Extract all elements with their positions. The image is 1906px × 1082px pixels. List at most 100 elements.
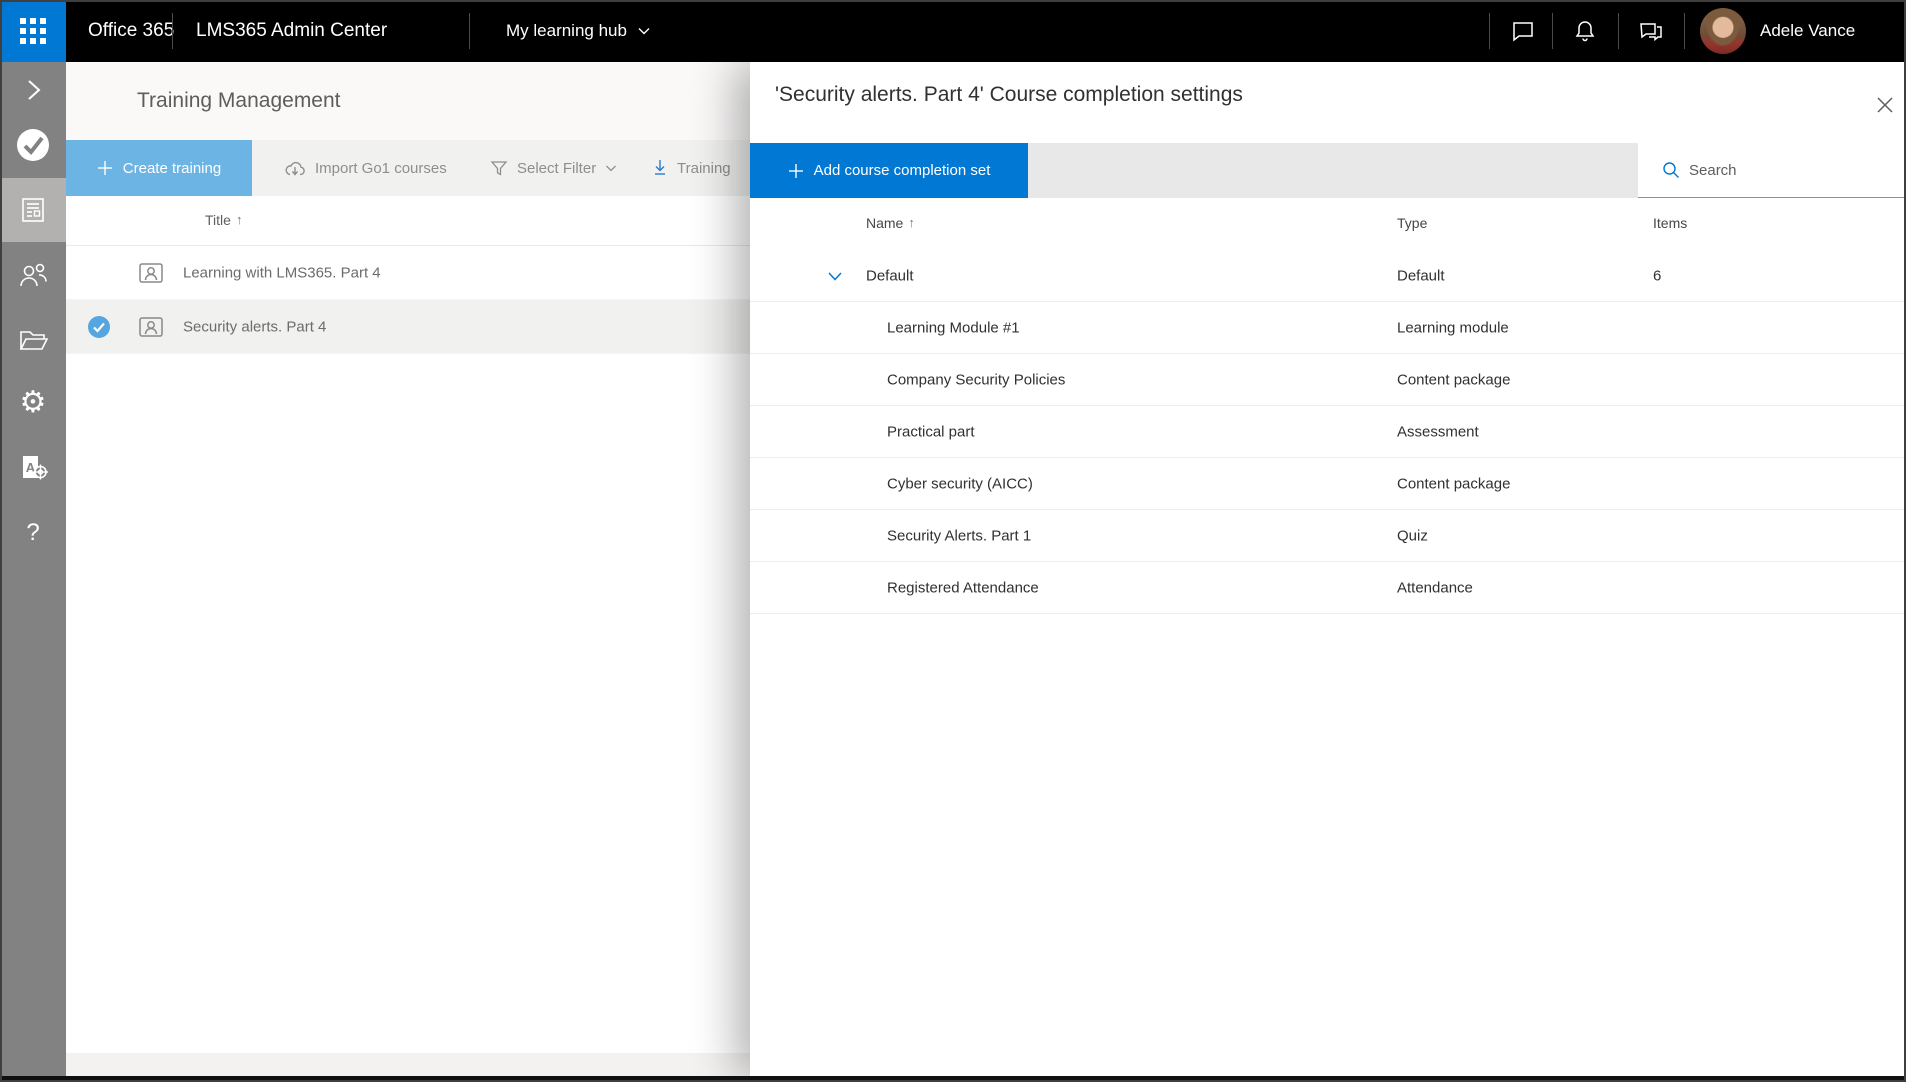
completion-item-type: Quiz (1397, 527, 1428, 544)
chevron-down-icon (605, 162, 617, 174)
page-title: Training Management (137, 89, 341, 113)
items-column-header: Items (1653, 215, 1687, 231)
sidebar-help-item[interactable]: ? (0, 505, 66, 561)
select-filter-label: Select Filter (517, 160, 596, 177)
title-column-header[interactable]: Title ↑ (205, 212, 242, 228)
search-input[interactable] (1689, 162, 1879, 179)
topbar-separator (172, 13, 173, 49)
left-nav-sidebar: ⚙ A ? (0, 62, 66, 1076)
completion-item-count: 6 (1653, 267, 1661, 284)
cloud-download-icon (284, 159, 306, 177)
add-set-label: Add course completion set (814, 162, 991, 179)
my-learning-hub-menu[interactable]: My learning hub (506, 0, 651, 62)
user-name: Adele Vance (1760, 21, 1855, 41)
feedback-bubbles-icon (1637, 18, 1665, 44)
my-learning-hub-label: My learning hub (506, 21, 627, 41)
training-document-icon (18, 195, 48, 225)
course-completion-settings-panel: 'Security alerts. Part 4' Course complet… (750, 62, 1906, 1076)
office365-link[interactable]: Office 365 (88, 0, 174, 62)
selected-check-icon (87, 315, 111, 339)
type-column-label: Type (1397, 215, 1427, 231)
plus-icon (97, 160, 113, 176)
open-folder-icon (17, 326, 49, 354)
title-column-label: Title (205, 212, 231, 228)
training-title: Learning with LMS365. Part 4 (183, 264, 381, 281)
training-title: Security alerts. Part 4 (183, 318, 326, 335)
contact-card-icon (138, 261, 164, 285)
training-download-button[interactable]: Training (652, 140, 731, 196)
screen: Office 365 LMS365 Admin Center My learni… (0, 0, 1906, 1082)
completion-item-type: Assessment (1397, 423, 1479, 440)
completion-item-name: Default (866, 267, 914, 284)
top-bar: Office 365 LMS365 Admin Center My learni… (0, 0, 1906, 62)
sidebar-expand-button[interactable] (0, 62, 66, 118)
search-box (1638, 143, 1906, 198)
gear-icon: ⚙ (20, 388, 47, 418)
panel-title: 'Security alerts. Part 4' Course complet… (775, 83, 1243, 107)
chevron-down-icon (637, 24, 651, 38)
expand-row-button[interactable] (826, 267, 844, 285)
chevron-right-icon (20, 77, 46, 103)
sidebar-catalog-item[interactable] (0, 312, 66, 368)
people-icon (17, 260, 49, 290)
completion-rows: Default Default 6 Learning Module #1 Lea… (750, 250, 1906, 614)
name-column-header[interactable]: Name ↑ (866, 215, 915, 231)
admin-a-gear-icon: A (16, 452, 50, 484)
completion-item-type: Content package (1397, 475, 1510, 492)
completion-item-type: Content package (1397, 371, 1510, 388)
add-course-completion-set-button[interactable]: Add course completion set (750, 143, 1028, 198)
download-arrow-icon (652, 159, 668, 177)
sidebar-learners-item[interactable] (0, 247, 66, 303)
contact-card-icon (138, 315, 164, 339)
completion-item-name: Security Alerts. Part 1 (887, 527, 1031, 544)
completion-item-name: Company Security Policies (887, 371, 1065, 388)
completion-set-row[interactable]: Default Default 6 (750, 250, 1906, 302)
sidebar-settings-item[interactable]: ⚙ (0, 375, 66, 431)
topbar-separator (1684, 13, 1685, 49)
completion-set-row[interactable]: Practical part Assessment (750, 406, 1906, 458)
topbar-separator (469, 13, 470, 49)
topbar-separator (1489, 13, 1490, 49)
topbar-separator (1552, 13, 1553, 49)
sort-ascending-icon: ↑ (236, 212, 243, 228)
create-training-button[interactable]: Create training (66, 140, 252, 196)
user-menu[interactable]: Adele Vance (1700, 0, 1855, 62)
bell-icon (1572, 18, 1598, 44)
close-icon (1875, 95, 1895, 115)
type-column-header: Type (1397, 215, 1427, 231)
user-avatar (1700, 8, 1746, 54)
completion-set-row[interactable]: Registered Attendance Attendance (750, 562, 1906, 614)
completion-item-type: Default (1397, 267, 1445, 284)
completion-set-row[interactable]: Company Security Policies Content packag… (750, 354, 1906, 406)
chat-button[interactable] (1495, 0, 1551, 62)
search-icon (1662, 161, 1680, 179)
plus-icon (788, 163, 804, 179)
notifications-button[interactable] (1557, 0, 1613, 62)
filter-funnel-icon (490, 159, 508, 177)
checkmark-circle-icon (15, 127, 51, 163)
admin-center-title[interactable]: LMS365 Admin Center (196, 0, 387, 62)
completion-item-name: Learning Module #1 (887, 319, 1020, 336)
sidebar-lms365-home-item[interactable] (0, 117, 66, 173)
create-training-label: Create training (123, 160, 221, 177)
completion-item-type: Attendance (1397, 579, 1473, 596)
close-panel-button[interactable] (1868, 88, 1902, 122)
completion-item-type: Learning module (1397, 319, 1509, 336)
window-bottom-edge (0, 1076, 1906, 1082)
completion-toolbar: Add course completion set (750, 143, 1906, 198)
feedback-button[interactable] (1623, 0, 1679, 62)
completion-set-row[interactable]: Security Alerts. Part 1 Quiz (750, 510, 1906, 562)
completion-item-name: Cyber security (AICC) (887, 475, 1033, 492)
help-icon: ? (26, 519, 39, 547)
sidebar-training-management-item[interactable] (0, 178, 66, 242)
import-go1-courses-button[interactable]: Import Go1 courses (284, 140, 447, 196)
items-column-label: Items (1653, 215, 1687, 231)
completion-table-header: Name ↑ Type Items (750, 198, 1906, 250)
completion-item-name: Registered Attendance (887, 579, 1039, 596)
completion-set-row[interactable]: Cyber security (AICC) Content package (750, 458, 1906, 510)
completion-set-row[interactable]: Learning Module #1 Learning module (750, 302, 1906, 354)
app-launcher-button[interactable] (0, 0, 66, 62)
select-filter-button[interactable]: Select Filter (490, 140, 617, 196)
topbar-separator (1618, 13, 1619, 49)
sidebar-admin-item[interactable]: A (0, 440, 66, 496)
